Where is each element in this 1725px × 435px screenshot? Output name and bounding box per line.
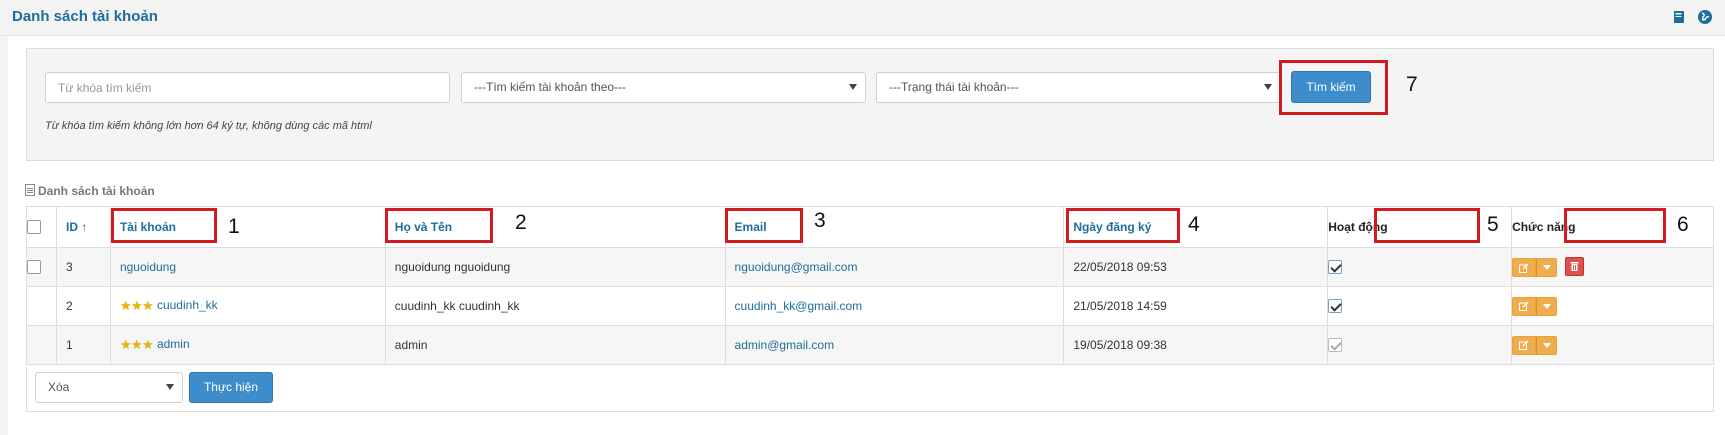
cell-actions (1511, 247, 1714, 287)
dropdown-toggle-button[interactable] (1536, 296, 1558, 316)
execute-button[interactable]: Thực hiện (189, 372, 273, 403)
search-hint: Từ khóa tìm kiếm không lớn hơn 64 ký tự,… (45, 120, 372, 132)
account-link[interactable]: admin (157, 337, 190, 351)
action-button-group (1512, 335, 1558, 355)
rank-stars-icon: ★★★ (119, 298, 154, 313)
action-button-group (1512, 258, 1558, 278)
column-header-active: Hoạt động (1327, 206, 1513, 248)
table-row: 1 ★★★ admin admin admin@gmail.com 19/05/2… (26, 325, 1714, 365)
left-gutter (0, 36, 8, 435)
email-link[interactable]: admin@gmail.com (735, 338, 835, 352)
table-row: 2 ★★★ cuudinh_kk cuudinh_kk cuudinh_kk cu… (26, 286, 1714, 326)
column-header-name[interactable]: Họ và Tên (384, 206, 726, 248)
annotation-number: 3 (814, 209, 826, 232)
chevron-down-icon (166, 384, 174, 390)
globe-icon[interactable] (1697, 9, 1713, 25)
chevron-down-icon (1264, 84, 1272, 90)
cell-active (1327, 325, 1513, 365)
caret-down-icon (1542, 342, 1551, 348)
document-icon (25, 184, 35, 196)
search-by-select[interactable]: ---Tìm kiếm tài khoản theo--- (461, 72, 866, 103)
search-button[interactable]: Tìm kiếm (1291, 71, 1371, 103)
edit-button[interactable] (1512, 296, 1537, 316)
column-header-id[interactable]: ID ↑ (55, 206, 111, 248)
annotation-number: 7 (1406, 73, 1418, 96)
bulk-action-select[interactable]: Xóa (35, 372, 183, 403)
delete-button[interactable] (1565, 256, 1585, 276)
action-button-group (1512, 296, 1558, 316)
title-bar: Danh sách tài khoản (0, 0, 1725, 36)
active-checkbox (1328, 338, 1343, 353)
active-checkbox[interactable] (1328, 299, 1343, 314)
row-select-cell (26, 247, 57, 287)
cell-id: 1 (55, 325, 111, 365)
table-header-row: ID ↑ Tài khoản Họ và Tên Email Ngày đăng… (26, 206, 1714, 248)
table-footer (26, 367, 1714, 412)
section-label-text: Danh sách tài khoản (38, 184, 155, 198)
annotation-number: 6 (1677, 213, 1689, 236)
row-select-cell (26, 325, 57, 365)
cell-email: admin@gmail.com (724, 325, 1065, 365)
cell-active (1327, 286, 1513, 326)
chevron-down-icon (849, 84, 857, 90)
cell-email: nguoidung@gmail.com (724, 247, 1065, 287)
cell-name: admin (384, 325, 726, 365)
cell-actions (1511, 286, 1714, 326)
accounts-table: ID ↑ Tài khoản Họ và Tên Email Ngày đăng… (26, 206, 1714, 365)
cell-id: 2 (55, 286, 111, 326)
dropdown-toggle-button[interactable] (1536, 258, 1558, 278)
account-link[interactable]: nguoidung (120, 260, 176, 274)
cell-date: 21/05/2018 14:59 (1063, 286, 1329, 326)
search-input[interactable] (45, 72, 450, 103)
cell-account: nguoidung (109, 247, 386, 287)
edit-icon (1519, 301, 1529, 311)
cell-name: nguoidung nguoidung (384, 247, 726, 287)
edit-icon (1519, 340, 1529, 350)
trash-icon (1570, 262, 1579, 272)
bulk-action-value: Xóa (48, 380, 70, 394)
cell-date: 22/05/2018 09:53 (1063, 247, 1329, 287)
edit-icon (1519, 263, 1529, 273)
page-title: Danh sách tài khoản (12, 8, 158, 25)
cell-account: ★★★ admin (109, 325, 386, 365)
email-link[interactable]: nguoidung@gmail.com (735, 260, 858, 274)
dropdown-toggle-button[interactable] (1536, 335, 1558, 355)
cell-email: cuudinh_kk@gmail.com (724, 286, 1065, 326)
cell-active (1327, 247, 1513, 287)
active-checkbox[interactable] (1328, 260, 1343, 275)
edit-button[interactable] (1512, 258, 1537, 278)
annotation-number: 5 (1487, 213, 1499, 236)
search-by-value: ---Tìm kiếm tài khoản theo--- (474, 80, 627, 94)
annotation-number: 4 (1188, 213, 1200, 236)
row-select-cell (26, 286, 57, 326)
table-row: 3 nguoidung nguoidung nguoidung nguoidun… (26, 247, 1714, 287)
cell-date: 19/05/2018 09:38 (1063, 325, 1329, 365)
caret-down-icon (1542, 303, 1551, 309)
account-link[interactable]: cuudinh_kk (157, 298, 218, 312)
search-panel (26, 48, 1714, 161)
status-select[interactable]: ---Trạng thái tài khoản--- (876, 72, 1281, 103)
cell-name: cuudinh_kk cuudinh_kk (384, 286, 726, 326)
cell-id: 3 (55, 247, 111, 287)
column-header-account[interactable]: Tài khoản (109, 206, 386, 248)
section-label: Danh sách tài khoản (25, 184, 155, 198)
annotation-number: 1 (228, 215, 240, 238)
select-all-checkbox[interactable] (27, 220, 41, 235)
row-checkbox[interactable] (27, 260, 41, 275)
caret-down-icon (1542, 265, 1551, 271)
select-all-cell (26, 206, 57, 248)
email-link[interactable]: cuudinh_kk@gmail.com (735, 299, 863, 313)
column-header-email[interactable]: Email (724, 206, 1065, 248)
annotation-number: 2 (515, 211, 527, 234)
book-icon[interactable] (1671, 9, 1687, 25)
cell-account: ★★★ cuudinh_kk (109, 286, 386, 326)
rank-stars-icon: ★★★ (119, 337, 154, 352)
status-value: ---Trạng thái tài khoản--- (889, 80, 1019, 94)
cell-actions (1511, 325, 1714, 365)
edit-button[interactable] (1512, 335, 1537, 355)
